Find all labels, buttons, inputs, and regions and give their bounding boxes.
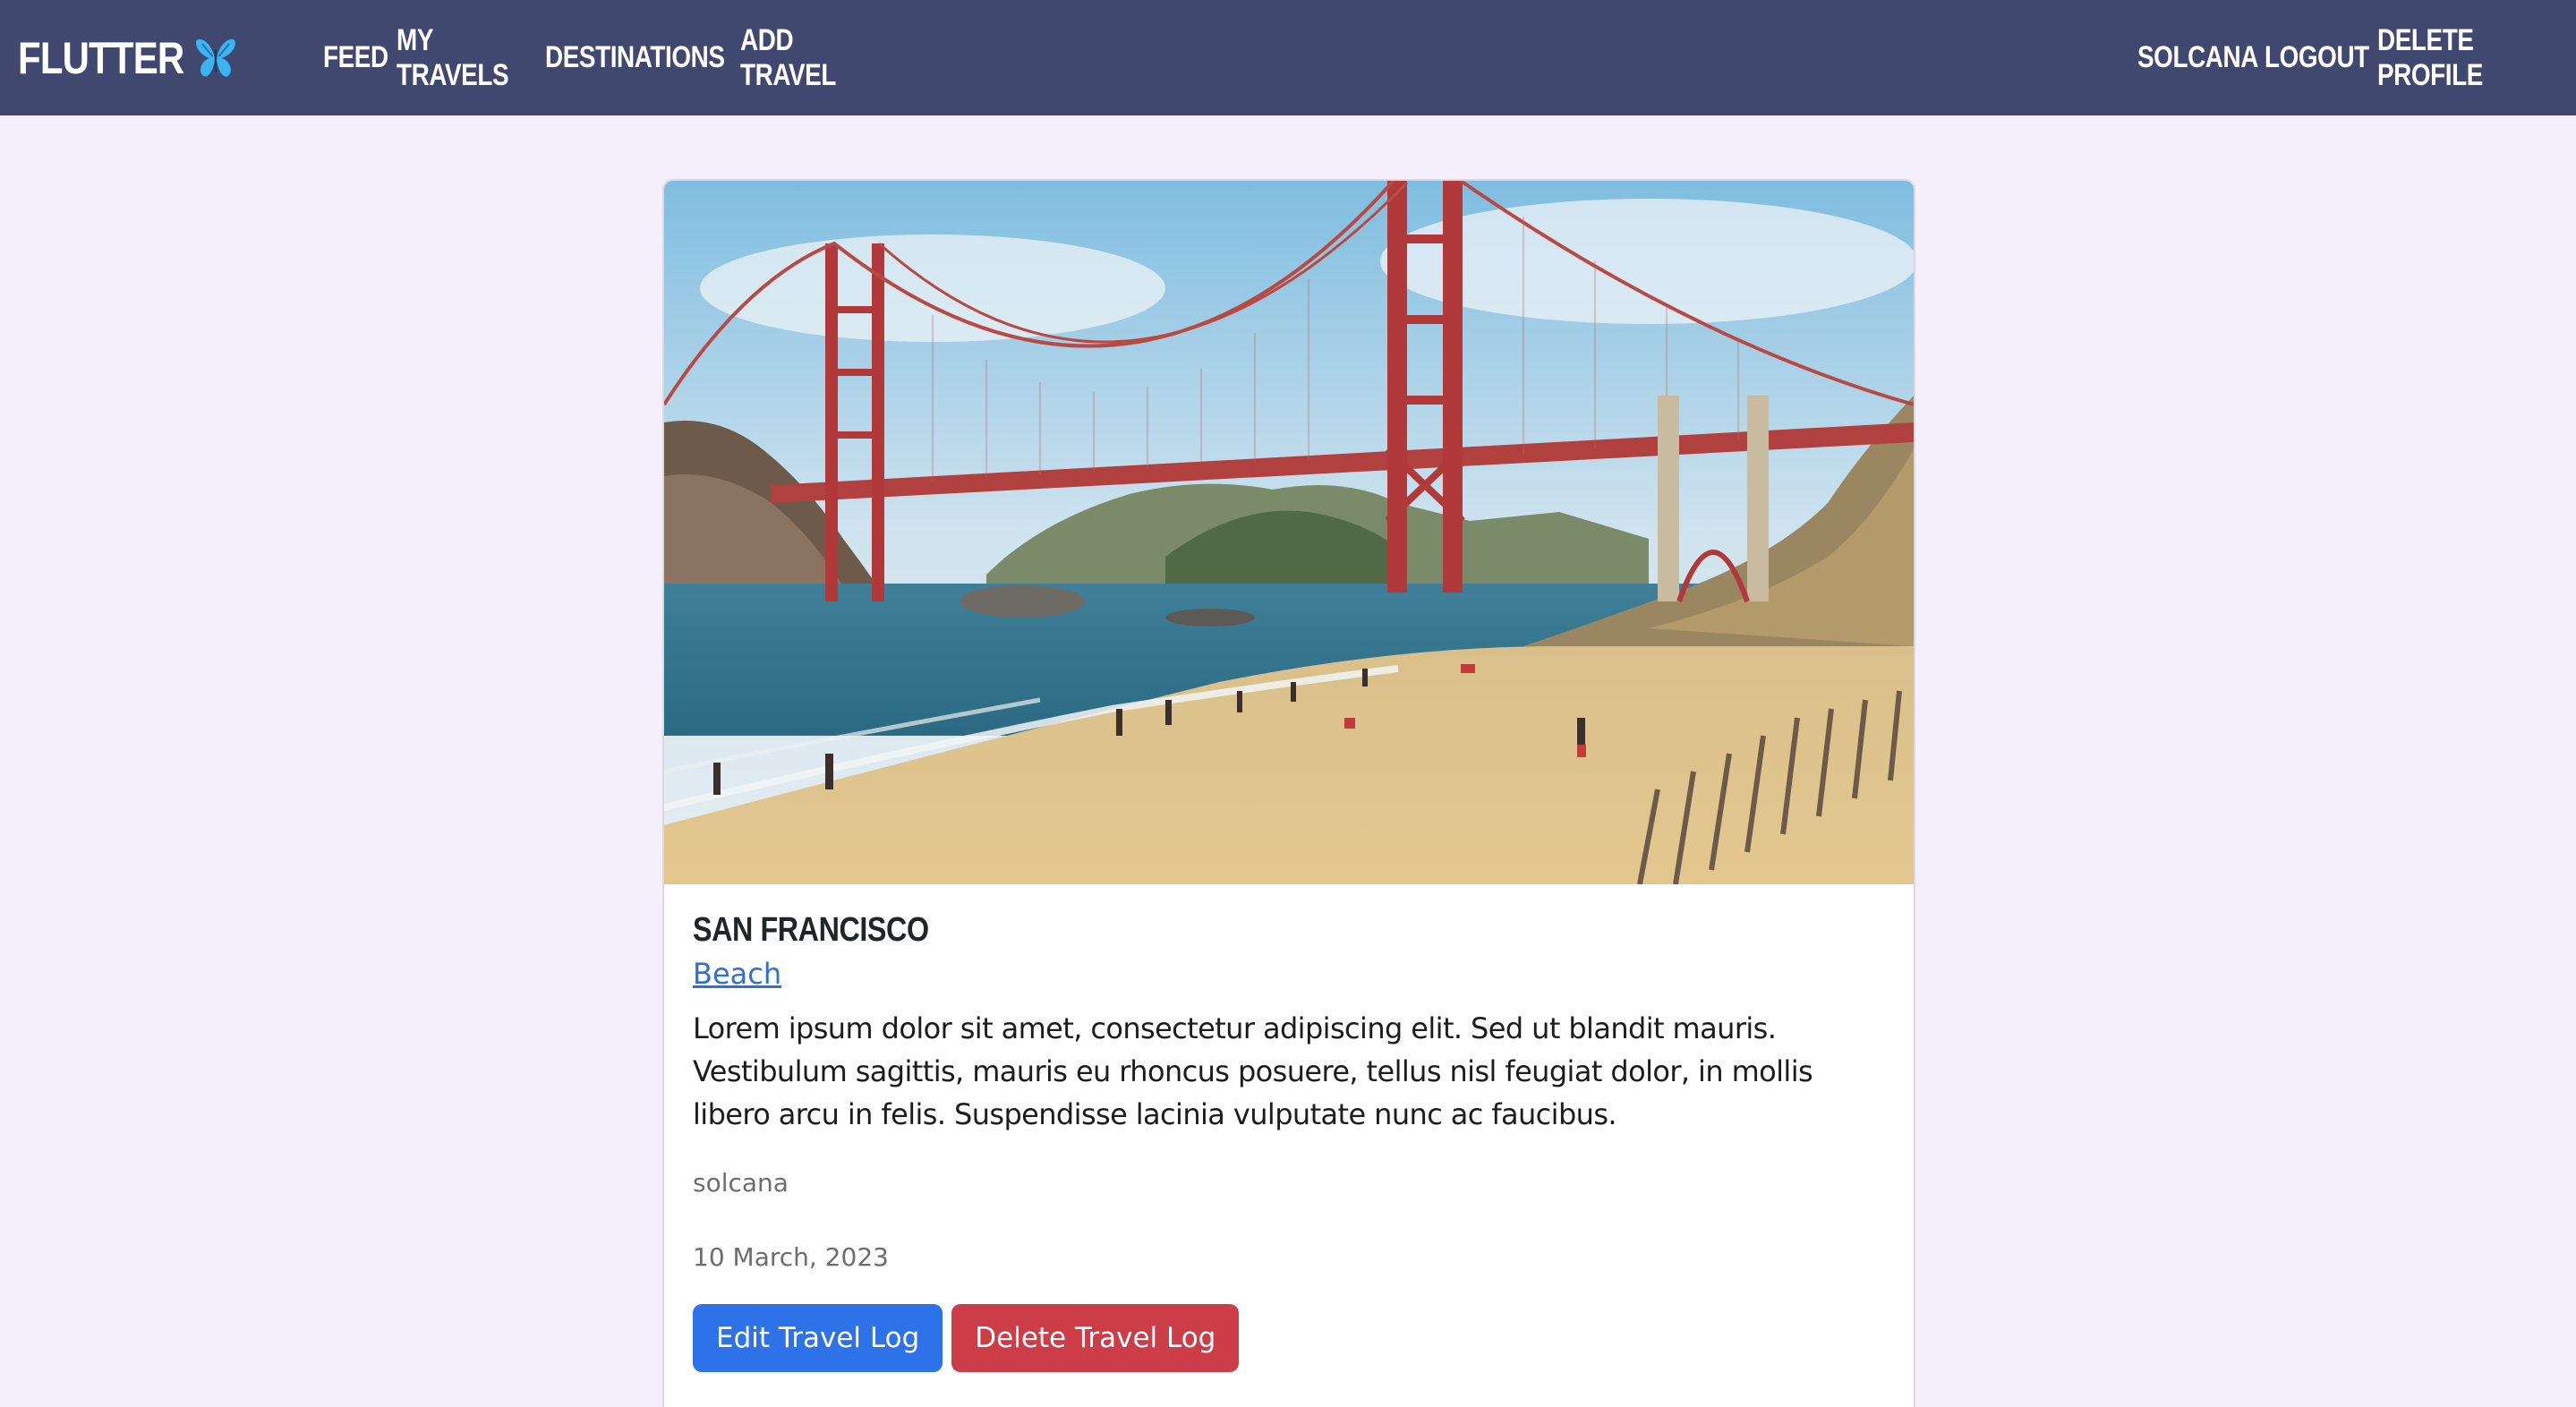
nav-feed-link[interactable]: FEED [323, 40, 390, 75]
nav-my-travels-link[interactable]: MY TRAVELS [397, 23, 525, 93]
category-link[interactable]: Beach [693, 957, 1885, 991]
nav-links-right: SOLCANA LOGOUT DELETE PROFILE [2137, 23, 2560, 93]
card-actions: Edit Travel Log Delete Travel Log [693, 1304, 1885, 1372]
nav-profile-link[interactable]: SOLCANA [2137, 40, 2258, 75]
nav-logout-link[interactable]: LOGOUT [2265, 40, 2369, 75]
brand-name: FLUTTER [18, 32, 184, 83]
travel-date: 10 March, 2023 [693, 1242, 889, 1272]
card-body: SAN FRANCISCO Beach Lorem ipsum dolor si… [664, 884, 1914, 1372]
travel-log-card: SAN FRANCISCO Beach Lorem ipsum dolor si… [662, 179, 1915, 1407]
nav-delete-profile-link[interactable]: DELETE PROFILE [2377, 23, 2527, 93]
author-username: solcana [693, 1168, 789, 1198]
card-description: Lorem ipsum dolor sit amet, consectetur … [693, 1011, 1813, 1131]
butterfly-icon [195, 38, 235, 77]
golden-gate-bridge-beach-photo [664, 181, 1914, 884]
top-navbar: FLUTTER FEED MY TRAVELS DESTINATIONS ADD… [0, 0, 2576, 115]
nav-destinations-link[interactable]: DESTINATIONS [545, 40, 725, 75]
nav-links-left: FEED MY TRAVELS DESTINATIONS ADD TRAVEL [323, 23, 883, 93]
delete-travel-log-button[interactable]: Delete Travel Log [951, 1304, 1240, 1372]
edit-travel-log-button[interactable]: Edit Travel Log [693, 1304, 943, 1372]
nav-add-travel-link[interactable]: ADD TRAVEL [740, 23, 865, 93]
brand-logo[interactable]: FLUTTER [18, 32, 236, 84]
card-title: SAN FRANCISCO [693, 911, 929, 949]
